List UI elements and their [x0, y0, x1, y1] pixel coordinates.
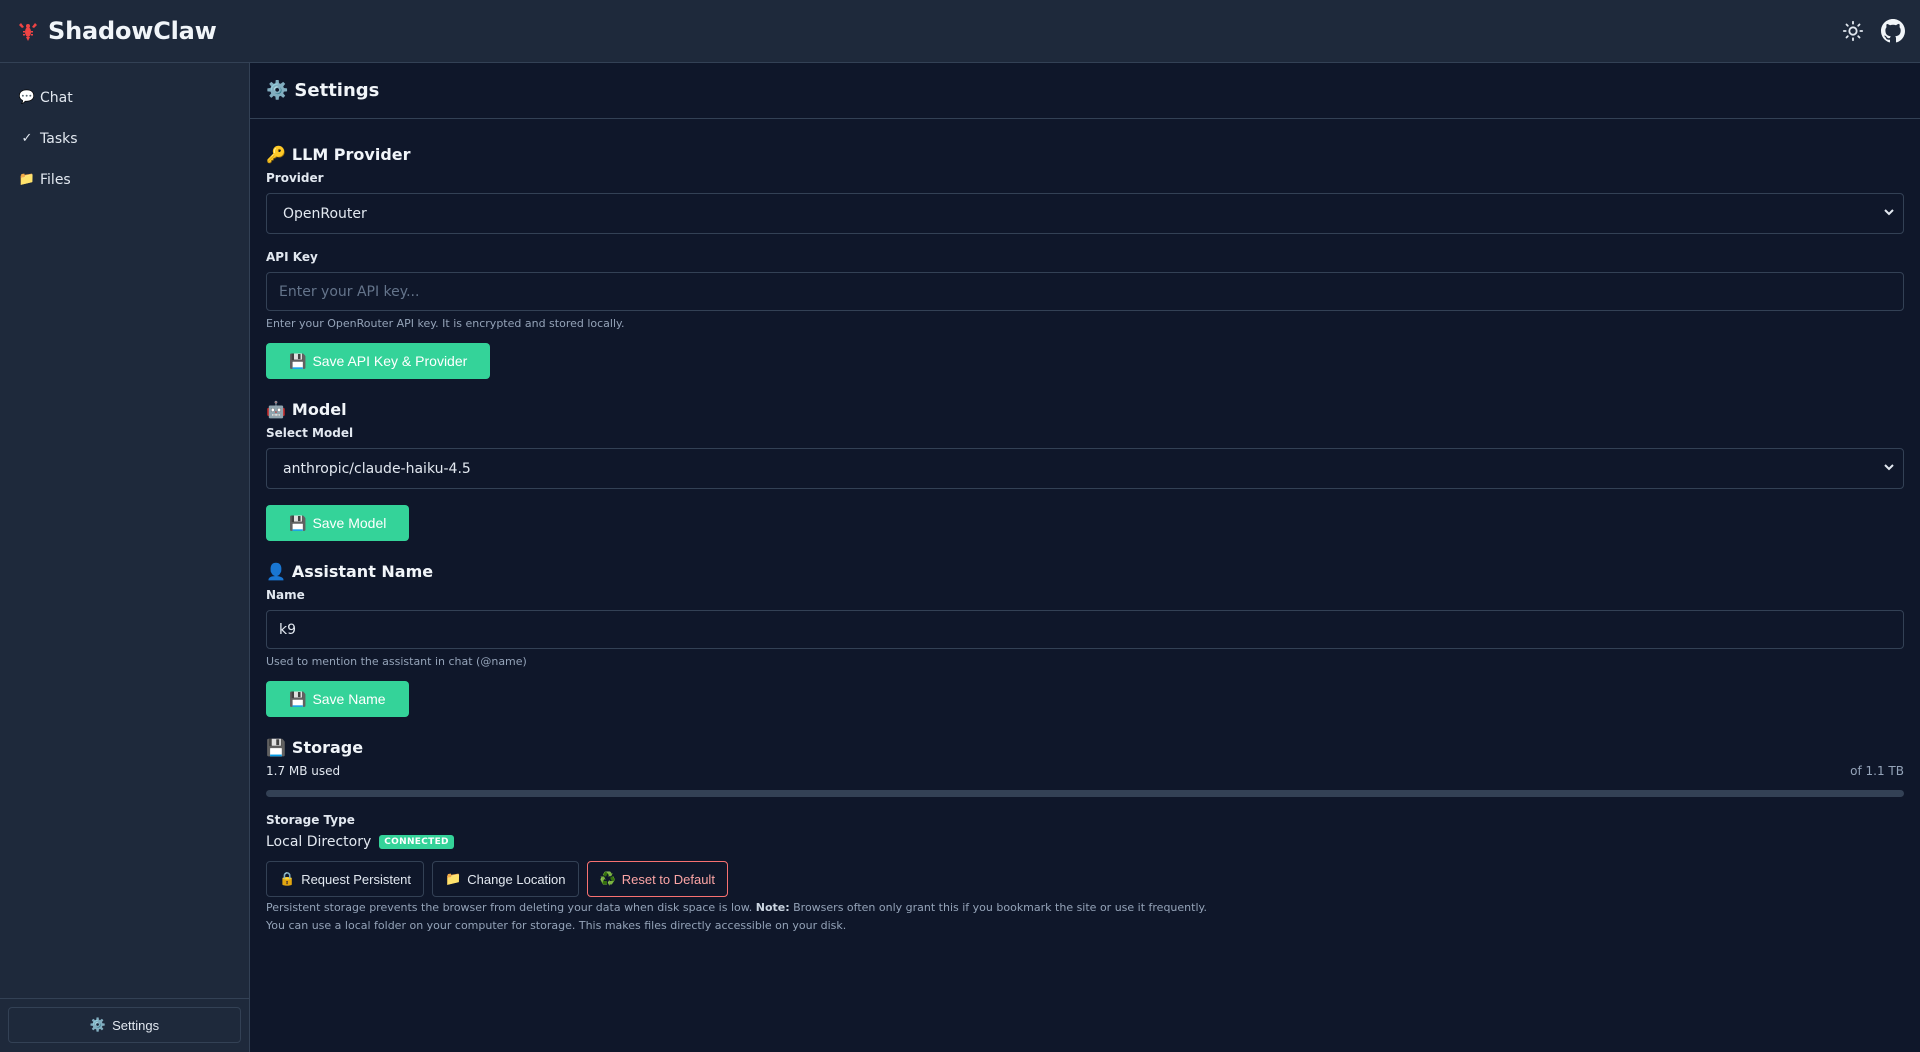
storage-type-label: Storage Type — [266, 813, 355, 827]
person-icon: 👤 — [266, 561, 286, 581]
chat-bubble-icon: 💬 — [18, 90, 36, 105]
page-header: ⚙️ Settings — [250, 63, 1920, 119]
chevron-down-icon — [1883, 206, 1895, 222]
app-header: ShadowClaw — [0, 0, 1920, 63]
key-icon: 🔑 — [266, 144, 286, 164]
lock-icon: 🔒 — [279, 871, 296, 886]
name-label: Name — [266, 588, 305, 602]
save-api-key-button[interactable]: 💾 Save API Key & Provider — [266, 343, 491, 379]
assistant-name-hint: Used to mention the assistant in chat (@… — [266, 655, 527, 668]
api-key-hint: Enter your OpenRouter API key. It is enc… — [266, 317, 625, 330]
save-name-button-label: Save Name — [312, 691, 386, 707]
assistant-name-input[interactable] — [266, 610, 1904, 649]
robot-icon: 🤖 — [266, 399, 286, 419]
section-title: 👤 Assistant Name — [266, 560, 1904, 582]
settings-button-label: Settings — [112, 1017, 160, 1033]
note-tail-text: Browsers often only grant this if you bo… — [789, 901, 1207, 914]
select-model-label: Select Model — [266, 426, 354, 440]
section-title-text: Assistant Name — [291, 561, 434, 581]
reset-to-default-button-label: Reset to Default — [621, 871, 715, 887]
storage-type-value: Local Directory — [266, 834, 372, 850]
provider-select[interactable]: OpenRouter — [266, 193, 1904, 234]
sun-icon[interactable] — [1840, 18, 1866, 44]
section-title-text: Model — [291, 399, 347, 419]
save-api-key-button-label: Save API Key & Provider — [312, 353, 468, 369]
lobster-logo-icon — [16, 19, 40, 43]
section-title: 🔑 LLM Provider — [266, 143, 1904, 165]
storage-used-text: 1.7 MB used — [266, 764, 341, 778]
persistent-storage-note: Persistent storage prevents the browser … — [266, 899, 1904, 917]
sidebar-footer: ⚙️ Settings — [0, 998, 249, 1052]
sidebar: 💬 Chat ✓ Tasks 📁 Files ⚙️ Settings — [0, 63, 250, 1052]
sidebar-item-label: Tasks — [40, 130, 78, 147]
recycle-icon: ♻️ — [599, 871, 616, 886]
model-select[interactable]: anthropic/claude-haiku-4.5 — [266, 448, 1904, 489]
gear-icon: ⚙️ — [89, 1017, 107, 1032]
api-key-input[interactable] — [266, 272, 1904, 311]
note-bold-label: Note: — [755, 901, 790, 914]
floppy-disk-icon: 💾 — [266, 737, 286, 757]
folder-icon: 📁 — [18, 172, 36, 187]
sidebar-item-chat[interactable]: 💬 Chat — [0, 77, 249, 118]
model-section: 🤖 Model Select Model anthropic/claude-ha… — [266, 398, 1904, 541]
request-persistent-button-label: Request Persistent — [301, 871, 412, 887]
storage-actions: 🔒 Request Persistent 📁 Change Location ♻… — [266, 861, 1904, 897]
change-location-button[interactable]: 📁 Change Location — [432, 861, 579, 897]
floppy-disk-icon: 💾 — [289, 514, 307, 531]
storage-usage-row: 1.7 MB used of 1.1 TB — [266, 764, 1904, 780]
local-folder-note: You can use a local folder on your compu… — [266, 919, 847, 932]
page-title-text: Settings — [294, 80, 380, 101]
section-title: 💾 Storage — [266, 736, 1904, 758]
change-location-button-label: Change Location — [467, 871, 566, 887]
save-model-button[interactable]: 💾 Save Model — [266, 505, 410, 541]
sidebar-item-label: Files — [40, 171, 71, 188]
folder-icon: 📁 — [445, 871, 462, 886]
provider-select-value: OpenRouter — [283, 205, 367, 222]
sidebar-item-files[interactable]: 📁 Files — [0, 159, 249, 200]
section-title: 🤖 Model — [266, 398, 1904, 420]
storage-total-text: of 1.1 TB — [1850, 764, 1904, 778]
model-select-value: anthropic/claude-haiku-4.5 — [283, 460, 471, 477]
floppy-disk-icon: 💾 — [289, 352, 307, 369]
status-badge: CONNECTED — [379, 835, 454, 849]
sidebar-item-tasks[interactable]: ✓ Tasks — [0, 118, 249, 159]
chevron-down-icon — [1883, 461, 1895, 477]
sidebar-nav: 💬 Chat ✓ Tasks 📁 Files — [0, 63, 249, 200]
request-persistent-button[interactable]: 🔒 Request Persistent — [266, 861, 425, 897]
gear-icon: ⚙️ — [266, 80, 289, 101]
main-content: ⚙️ Settings 🔑 LLM Provider Provider Open… — [250, 63, 1920, 1052]
reset-to-default-button[interactable]: ♻️ Reset to Default — [586, 861, 728, 897]
storage-progress-bar — [266, 790, 1904, 797]
sidebar-item-label: Chat — [40, 89, 73, 106]
save-model-button-label: Save Model — [312, 515, 387, 531]
github-icon[interactable] — [1880, 18, 1906, 44]
api-key-label: API Key — [266, 250, 318, 264]
note-text: Persistent storage prevents the browser … — [266, 901, 756, 914]
assistant-name-section: 👤 Assistant Name Name Used to mention th… — [266, 560, 1904, 717]
brand: ShadowClaw — [16, 17, 217, 45]
llm-provider-section: 🔑 LLM Provider Provider OpenRouter API K… — [266, 143, 1904, 379]
page-title: ⚙️ Settings — [266, 80, 379, 101]
floppy-disk-icon: 💾 — [289, 690, 307, 707]
storage-section: 💾 Storage 1.7 MB used of 1.1 TB Storage … — [266, 736, 1904, 935]
save-name-button[interactable]: 💾 Save Name — [266, 681, 409, 717]
app-title: ShadowClaw — [48, 17, 217, 45]
checkmark-icon: ✓ — [21, 131, 33, 146]
storage-type-row: Local Directory CONNECTED — [266, 833, 1904, 851]
provider-label: Provider — [266, 171, 324, 185]
section-title-text: Storage — [291, 737, 364, 757]
settings-button[interactable]: ⚙️ Settings — [8, 1007, 241, 1043]
section-title-text: LLM Provider — [291, 144, 411, 164]
